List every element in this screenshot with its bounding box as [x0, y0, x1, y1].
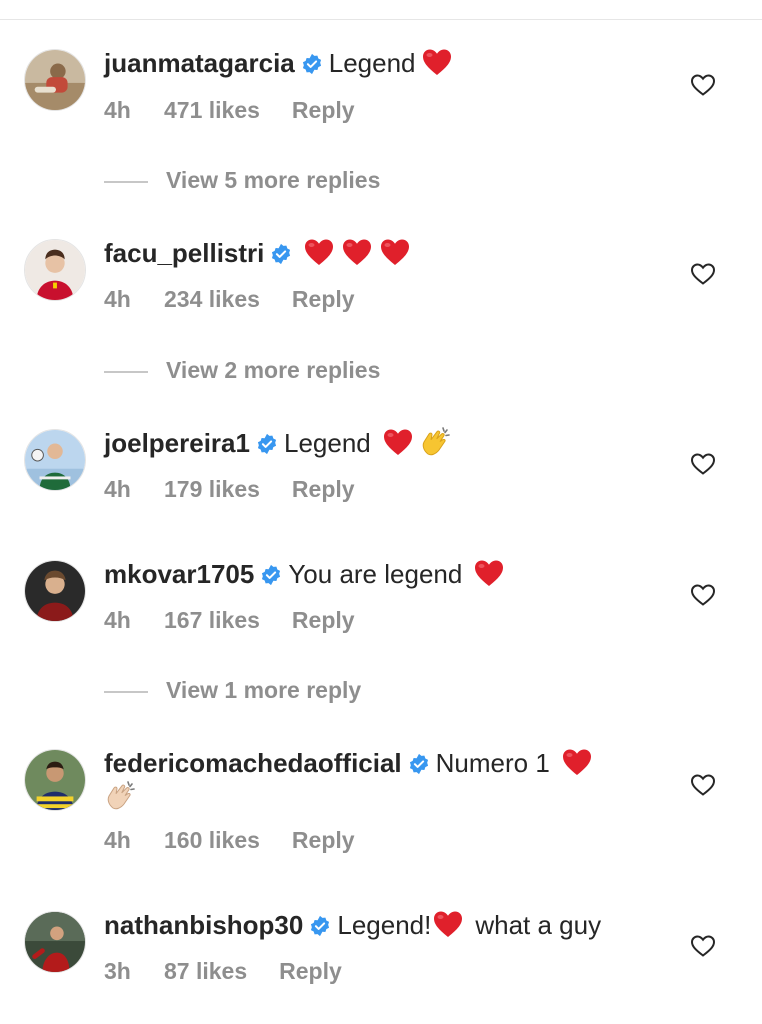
comment-line: joelpereira1 Legend: [104, 426, 453, 460]
red-heart-emoji: [381, 426, 415, 458]
comment-time: 4h: [104, 97, 131, 123]
comment-meta: 4h 167 likes Reply: [104, 606, 355, 634]
likes-count[interactable]: 87 likes: [164, 957, 247, 985]
red-heart-emoji: [378, 236, 412, 268]
likes-count[interactable]: 471 likes: [164, 96, 260, 124]
view-more-label[interactable]: View 5 more replies: [166, 167, 380, 193]
verified-badge-icon: [309, 915, 331, 937]
avatar[interactable]: [24, 429, 86, 491]
heart-outline-icon[interactable]: [690, 73, 716, 97]
red-heart-emoji: [560, 746, 594, 778]
comment-text: Numero 1: [435, 748, 550, 778]
username[interactable]: federicomachedaofficial: [104, 748, 402, 778]
username[interactable]: joelpereira1: [104, 428, 250, 458]
reply-button[interactable]: Reply: [279, 957, 342, 985]
avatar[interactable]: [24, 560, 86, 622]
reply-button[interactable]: Reply: [292, 96, 355, 124]
red-heart-emoji: [431, 908, 465, 940]
comment-meta: 4h 179 likes Reply: [104, 475, 355, 503]
divider-line: [104, 180, 148, 183]
username[interactable]: facu_pellistri: [104, 238, 264, 268]
comment-text: Legend!: [337, 910, 432, 940]
comment-text: Legend: [283, 428, 371, 458]
username[interactable]: mkovar1705: [104, 559, 254, 589]
top-divider: [0, 19, 762, 20]
avatar[interactable]: [24, 911, 86, 973]
avatar[interactable]: [24, 239, 86, 301]
comment-line: facu_pellistri: [104, 236, 412, 270]
comment-text: Legend: [328, 48, 416, 78]
likes-count[interactable]: 160 likes: [164, 826, 260, 854]
comment-time: 4h: [104, 476, 131, 502]
comment-meta: 4h 234 likes Reply: [104, 285, 355, 313]
heart-outline-icon[interactable]: [690, 773, 716, 797]
comment-line: federicomachedaofficial Numero 1: [104, 746, 594, 780]
view-more-label[interactable]: View 2 more replies: [166, 357, 380, 383]
avatar[interactable]: [24, 749, 86, 811]
comment-time: 4h: [104, 286, 131, 312]
comment-time: 4h: [104, 607, 131, 633]
username[interactable]: juanmatagarcia: [104, 48, 295, 78]
comment-meta: 3h 87 likes Reply: [104, 957, 342, 985]
avatar[interactable]: [24, 49, 86, 111]
reply-button[interactable]: Reply: [292, 826, 355, 854]
reply-button[interactable]: Reply: [292, 285, 355, 313]
reply-button[interactable]: Reply: [292, 606, 355, 634]
heart-outline-icon[interactable]: [690, 934, 716, 958]
comment-line: mkovar1705 You are legend: [104, 557, 506, 591]
reply-button[interactable]: Reply: [292, 475, 355, 503]
comment-time: 4h: [104, 827, 131, 853]
verified-badge-icon: [256, 433, 278, 455]
comment-meta: 4h 160 likes Reply: [104, 826, 355, 854]
comment-text-suffix: what a guy: [475, 910, 602, 940]
verified-badge-icon: [301, 53, 323, 75]
likes-count[interactable]: 179 likes: [164, 475, 260, 503]
divider-line: [104, 370, 148, 373]
comment-line: nathanbishop30 Legend! what a guy: [104, 908, 601, 942]
divider-line: [104, 690, 148, 693]
comment-text: You are legend: [288, 559, 463, 589]
likes-count[interactable]: 167 likes: [164, 606, 260, 634]
username[interactable]: nathanbishop30: [104, 910, 303, 940]
verified-badge-icon: [408, 753, 430, 775]
heart-outline-icon[interactable]: [690, 583, 716, 607]
verified-badge-icon: [260, 564, 282, 586]
verified-badge-icon: [270, 243, 292, 265]
comment-line-2: [104, 780, 138, 814]
comment-line: juanmatagarcia Legend: [104, 46, 454, 80]
view-more-replies[interactable]: View 1 more reply: [104, 677, 361, 705]
likes-count[interactable]: 234 likes: [164, 285, 260, 313]
clapping-hands-emoji: [419, 426, 453, 458]
view-more-replies[interactable]: View 2 more replies: [104, 357, 380, 385]
red-heart-emoji: [302, 236, 336, 268]
red-heart-emoji: [340, 236, 374, 268]
view-more-label[interactable]: View 1 more reply: [166, 677, 361, 703]
heart-outline-icon[interactable]: [690, 452, 716, 476]
comment-time: 3h: [104, 958, 131, 984]
clapping-hands-emoji: [104, 780, 138, 812]
red-heart-emoji: [420, 46, 454, 78]
heart-outline-icon[interactable]: [690, 262, 716, 286]
view-more-replies[interactable]: View 5 more replies: [104, 167, 380, 195]
red-heart-emoji: [472, 557, 506, 589]
comment-meta: 4h 471 likes Reply: [104, 96, 355, 124]
